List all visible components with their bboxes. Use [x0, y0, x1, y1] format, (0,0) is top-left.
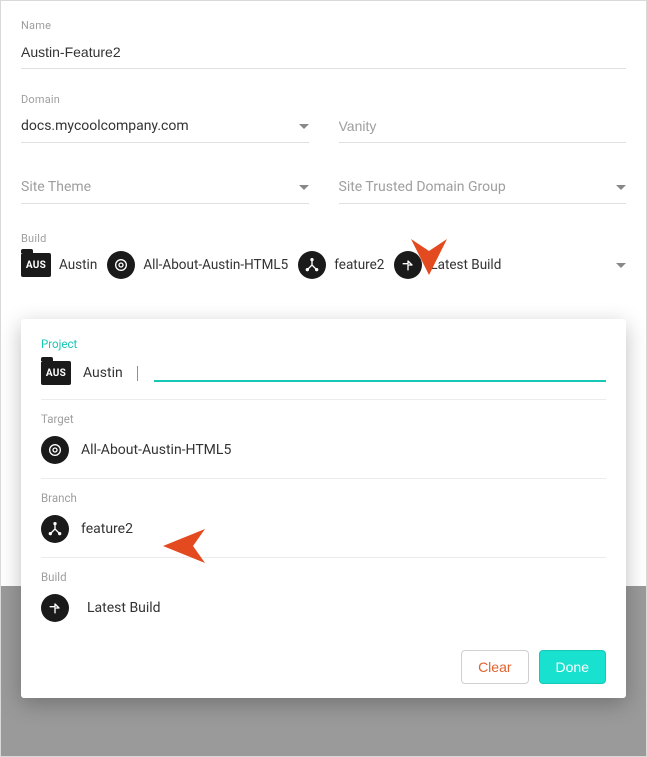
popover-project-label: Project [41, 337, 606, 351]
caret-down-icon [616, 263, 626, 268]
popover-target-section: Target All-About-Austin-HTML5 [41, 400, 606, 479]
settings-panel: Name Domain docs.mycoolcompany.com Site … [0, 0, 647, 757]
branch-icon [41, 515, 69, 543]
build-chain[interactable]: AUS Austin All-About-Austin-HTML5 featur… [21, 251, 626, 279]
caret-down-icon [299, 124, 309, 129]
caret-down-icon [616, 185, 626, 190]
text-cursor-icon [137, 366, 138, 381]
hammer-icon [41, 594, 69, 622]
domain-value: docs.mycoolcompany.com [21, 118, 293, 134]
target-icon [107, 251, 135, 279]
build-label: Build [21, 232, 626, 245]
project-folder-icon: AUS [21, 253, 51, 277]
site-trusted-dropdown[interactable]: Site Trusted Domain Group [339, 173, 627, 204]
popover-project-value: Austin [83, 365, 123, 381]
site-theme-placeholder: Site Theme [21, 179, 293, 195]
name-input[interactable] [21, 38, 626, 69]
target-icon [41, 436, 69, 464]
domain-field: Domain docs.mycoolcompany.com [21, 93, 309, 143]
popover-target-label: Target [41, 412, 606, 426]
domain-dropdown[interactable]: docs.mycoolcompany.com [21, 112, 309, 143]
site-trusted-placeholder: Site Trusted Domain Group [339, 179, 611, 195]
annotation-arrow-down-icon [409, 233, 449, 275]
name-label: Name [21, 19, 626, 32]
popover-build-value: Latest Build [87, 600, 161, 616]
build-popover: Project AUS Austin Target All-About-Aust… [21, 319, 626, 698]
vanity-input[interactable] [339, 112, 627, 143]
popover-branch-row[interactable]: feature2 [41, 515, 606, 543]
popover-branch-label: Branch [41, 491, 606, 505]
build-branch: feature2 [298, 251, 384, 279]
popover-project-section: Project AUS Austin [41, 337, 606, 400]
popover-build-row[interactable]: Latest Build [41, 594, 606, 622]
done-button[interactable]: Done [539, 650, 606, 684]
popover-branch-section: Branch feature2 [41, 479, 606, 558]
popover-target-value: All-About-Austin-HTML5 [81, 442, 231, 458]
annotation-arrow-left-icon [163, 526, 211, 566]
name-field: Name [21, 19, 626, 69]
build-target: All-About-Austin-HTML5 [107, 251, 288, 279]
build-project: AUS Austin [21, 253, 97, 277]
vanity-field [339, 93, 627, 143]
popover-target-row[interactable]: All-About-Austin-HTML5 [41, 436, 606, 464]
branch-icon [298, 251, 326, 279]
popover-project-input[interactable] [154, 364, 606, 382]
caret-down-icon [299, 185, 309, 190]
popover-branch-value: feature2 [81, 521, 133, 537]
domain-label: Domain [21, 93, 309, 106]
clear-button[interactable]: Clear [461, 650, 528, 684]
popover-build-section: Build Latest Build [41, 558, 606, 636]
site-theme-dropdown[interactable]: Site Theme [21, 173, 309, 204]
popover-build-label: Build [41, 570, 606, 584]
project-folder-icon: AUS [41, 361, 71, 385]
